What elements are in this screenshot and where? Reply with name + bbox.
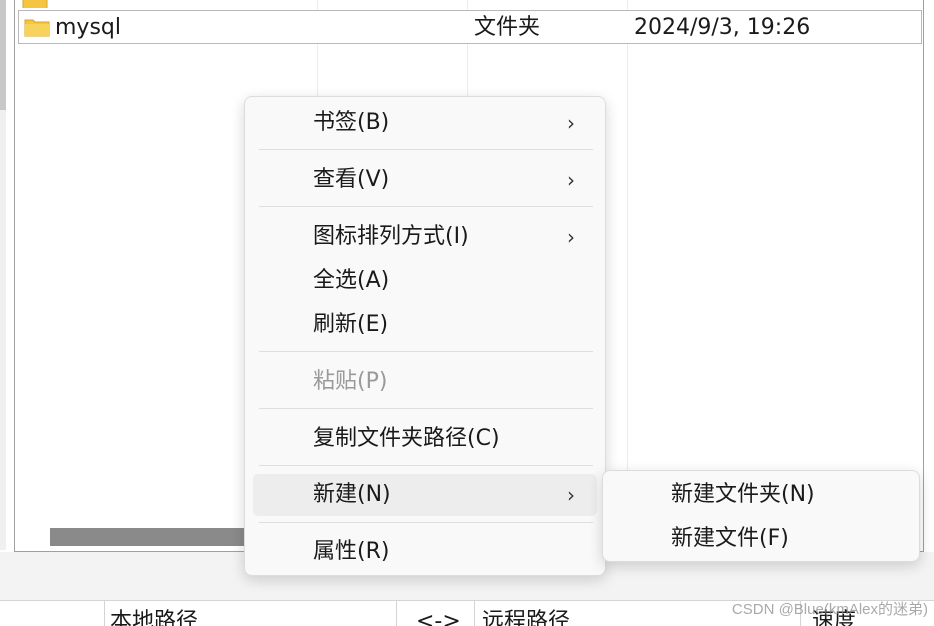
menu-item-label: 复制文件夹路径(C) (313, 426, 500, 451)
header-divider (474, 601, 475, 626)
submenu-new: 新建文件夹(N) 新建文件(F) (602, 470, 920, 562)
col-remote-path[interactable]: 远程路径 (482, 607, 570, 626)
menu-item-new[interactable]: 新建(N) › (253, 474, 597, 516)
folder-icon (22, 0, 48, 8)
menu-item-select-all[interactable]: 全选(A) (253, 260, 597, 302)
menu-item-label: 新建(N) (313, 482, 391, 507)
file-name: mysql (55, 15, 121, 40)
menu-item-label: 粘贴(P) (313, 369, 388, 394)
menu-item-label: 书签(B) (313, 110, 390, 135)
submenu-item-new-file[interactable]: 新建文件(F) (611, 518, 911, 560)
menu-separator (259, 522, 593, 523)
menu-item-paste: 粘贴(P) (253, 361, 597, 403)
chevron-right-icon: › (567, 225, 575, 249)
col-direction[interactable]: <-> (416, 607, 461, 626)
menu-item-bookmarks[interactable]: 书签(B) › (253, 102, 597, 144)
menu-item-label: 查看(V) (313, 167, 390, 192)
file-modified: 2024/9/3, 19:26 (634, 15, 811, 40)
left-pane-scrollbar-track[interactable] (0, 110, 6, 550)
menu-separator (259, 149, 593, 150)
submenu-item-label: 新建文件(F) (671, 526, 789, 551)
file-row-mysql[interactable]: mysql 文件夹 2024/9/3, 19:26 (18, 10, 922, 44)
menu-item-label: 属性(R) (313, 539, 390, 564)
menu-item-label: 全选(A) (313, 268, 390, 293)
menu-item-view[interactable]: 查看(V) › (253, 159, 597, 201)
menu-item-refresh[interactable]: 刷新(E) (253, 304, 597, 346)
parent-dir-row[interactable]: .. (22, 0, 52, 8)
menu-separator (259, 408, 593, 409)
chevron-right-icon: › (567, 483, 575, 507)
chevron-right-icon: › (567, 168, 575, 192)
watermark: CSDN @Blue(kmAlex的迷弟) (731, 601, 928, 618)
ftp-client-window: .. mysql 文件夹 2024/9/3, 19:26 本地路径 <-> 远程… (0, 0, 934, 626)
folder-icon (24, 19, 50, 37)
menu-separator (259, 206, 593, 207)
menu-separator (259, 465, 593, 466)
menu-item-copy-folder-path[interactable]: 复制文件夹路径(C) (253, 418, 597, 460)
column-divider (627, 0, 628, 520)
header-divider (396, 601, 397, 626)
left-pane-scrollbar-thumb[interactable] (0, 0, 6, 110)
file-type: 文件夹 (474, 15, 541, 40)
menu-item-properties[interactable]: 属性(R) (253, 531, 597, 573)
chevron-right-icon: › (567, 111, 575, 135)
submenu-item-new-folder[interactable]: 新建文件夹(N) (611, 474, 911, 516)
col-local-path[interactable]: 本地路径 (110, 607, 198, 626)
header-divider (104, 601, 105, 626)
menu-item-label: 刷新(E) (313, 312, 389, 337)
menu-item-label: 图标排列方式(I) (313, 224, 469, 249)
menu-item-arrange-icons[interactable]: 图标排列方式(I) › (253, 216, 597, 258)
horizontal-scrollbar-thumb[interactable] (50, 528, 250, 546)
context-menu: 书签(B) › 查看(V) › 图标排列方式(I) › 全选(A) 刷新(E) … (244, 96, 606, 576)
menu-separator (259, 351, 593, 352)
submenu-item-label: 新建文件夹(N) (671, 482, 815, 507)
